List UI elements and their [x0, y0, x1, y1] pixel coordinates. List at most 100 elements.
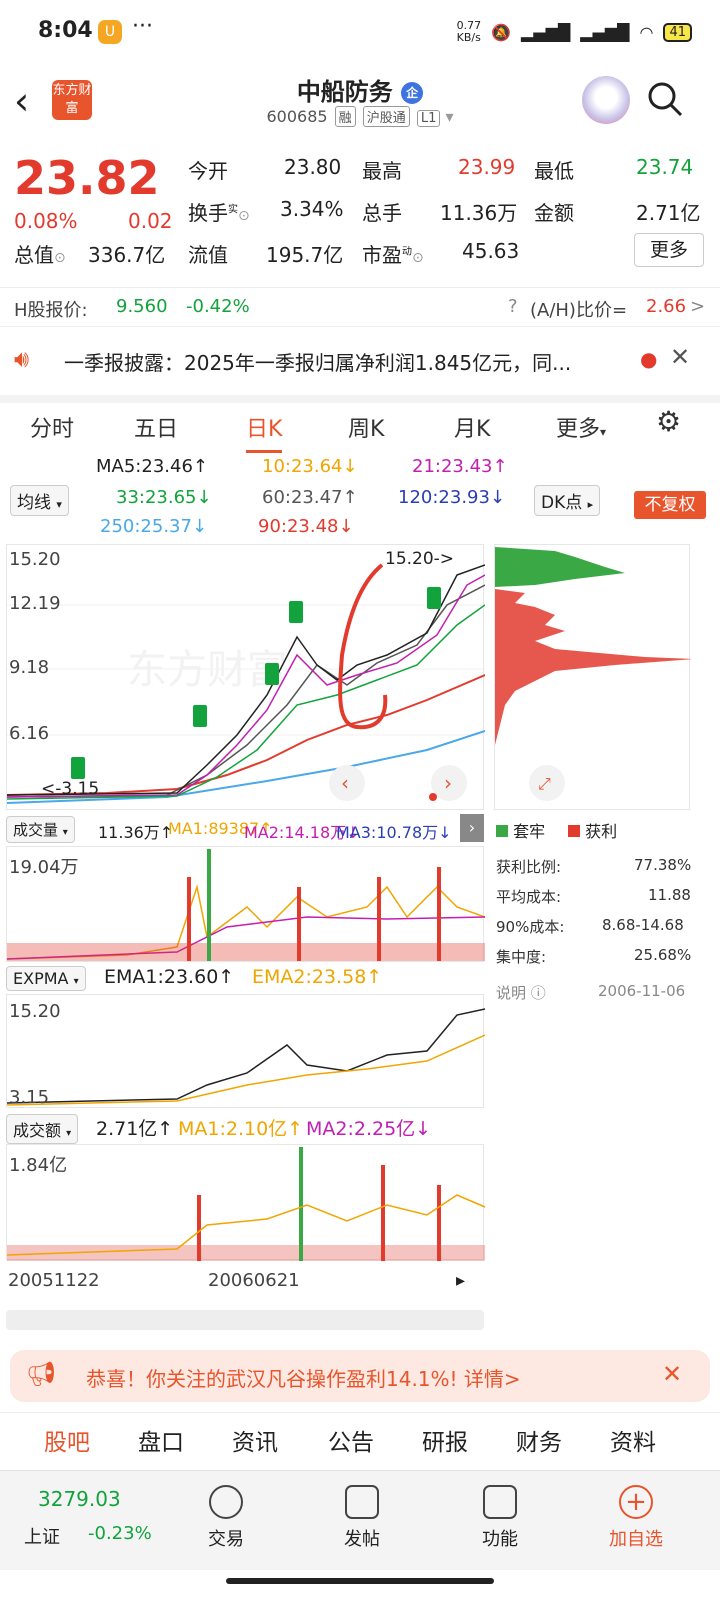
expma-ybot: 3.15	[9, 1087, 50, 1108]
avg-cost-label: 平均成本:	[496, 888, 562, 906]
assistant-avatar-icon[interactable]	[582, 76, 630, 124]
tab-finance[interactable]: 财务	[516, 1423, 562, 1457]
tab-intraday[interactable]: 分时	[30, 411, 74, 443]
add-watchlist-label: 加自选	[609, 1529, 663, 1550]
tag-level: L1	[416, 110, 441, 127]
status-bar: 8:04 U ··· 0.77 KB/s 🔕 ▂▄▆█ ▂▄▆█ ◠ 41	[0, 0, 720, 64]
index-value[interactable]: 3279.03	[38, 1487, 121, 1511]
amount-chart[interactable]: 1.84亿	[6, 1144, 486, 1261]
tab-weekly-k[interactable]: 周K	[348, 411, 384, 443]
more-quote-button[interactable]: 更多	[634, 233, 704, 267]
ah-ratio-arrow[interactable]: >	[690, 296, 705, 317]
adjust-toggle-button[interactable]: 不复权	[634, 491, 706, 519]
expma-selector[interactable]: EXPMA ▾	[6, 966, 86, 991]
dk-point-label: DK点	[541, 493, 583, 513]
y-label-4: 6.16	[9, 723, 50, 744]
close-icon[interactable]: ✕	[670, 343, 690, 371]
info-icon[interactable]: ⊙	[54, 250, 66, 266]
date-start: 20051122	[8, 1270, 100, 1291]
search-icon[interactable]	[646, 80, 684, 118]
megaphone-icon: 📢︎	[26, 1360, 57, 1388]
volume-bar	[297, 887, 301, 961]
hand-drawn-annotation	[338, 563, 388, 730]
ema2-label: EMA2:23.58↑	[252, 966, 383, 988]
low-value: 23.74	[636, 155, 694, 179]
post-button[interactable]: 发帖	[322, 1485, 402, 1551]
notice-text: 一季报披露：2025年一季报归属净利润1.845亿元，同...	[64, 351, 572, 375]
tab-more[interactable]: 更多▾	[556, 411, 606, 443]
chip-help[interactable]: 说明 ⓘ	[496, 982, 546, 1003]
home-indicator[interactable]	[226, 1578, 494, 1584]
mktcap-value: 336.7亿	[88, 243, 166, 267]
tab-forum[interactable]: 股吧	[44, 1423, 90, 1457]
y-label-3: 9.18	[9, 657, 50, 678]
last-price: 23.82	[14, 151, 160, 205]
chip-distribution[interactable]: ⤢	[494, 544, 695, 810]
ma33-label: 33:23.65↓	[116, 487, 212, 508]
stock-code: 600685	[266, 107, 328, 126]
bottom-content-tabs: 股吧 盘口 资讯 公告 研报 财务 资料	[0, 1412, 720, 1464]
expma-ytop: 15.20	[9, 1001, 61, 1022]
tab-profile[interactable]: 资料	[610, 1423, 656, 1457]
volume-selector[interactable]: 成交量 ▾	[6, 816, 75, 843]
turnover-label-text: 换手	[188, 201, 228, 225]
add-watchlist-button[interactable]: + 加自选	[596, 1485, 676, 1551]
volume-bars	[7, 943, 485, 961]
close-icon[interactable]: ✕	[662, 1360, 682, 1388]
expand-glyph: ⤢	[538, 774, 551, 793]
trapped-swatch	[496, 825, 508, 837]
tab-orderbook[interactable]: 盘口	[138, 1423, 184, 1457]
functions-button[interactable]: 功能	[460, 1485, 540, 1551]
dk-point-selector[interactable]: DK点 ▸	[534, 485, 601, 516]
info-icon: ⓘ	[530, 984, 546, 1002]
index-pct[interactable]: -0.23%	[88, 1523, 152, 1544]
index-name[interactable]: 上证	[24, 1523, 60, 1549]
settings-gear-icon[interactable]: ⚙	[656, 405, 681, 438]
high-value: 23.99	[458, 155, 516, 179]
corp-badge: 企	[401, 82, 424, 104]
timeline-scrollbar[interactable]	[6, 1310, 484, 1330]
h-share-row[interactable]: H股报价: 9.560 -0.42% ? (A/H)比价= 2.66 >	[0, 287, 720, 327]
chart-tabs: 分时 五日 日K 周K 月K 更多▾ ⚙	[0, 395, 720, 453]
amount-ma1: MA1:2.10亿↑	[178, 1118, 304, 1140]
cost90-label: 90%成本:	[496, 918, 565, 936]
promo-toast[interactable]: 📢︎ 恭喜！你关注的武汉凡谷操作盈利14.1%! 详情> ✕	[10, 1350, 710, 1402]
kline-svg: 东方财富 ‹ ›	[6, 563, 486, 804]
volume-ymax: 19.04万	[9, 857, 79, 878]
volume-selector-label: 成交量	[13, 821, 59, 839]
indicator-selector-label: 均线	[17, 493, 51, 513]
collapse-panel-icon[interactable]: ›	[460, 814, 484, 842]
notice-bar[interactable]: 🔊︎ 一季报披露：2025年一季报归属净利润1.845亿元，同... ● ✕	[0, 335, 720, 387]
tab-5day[interactable]: 五日	[134, 411, 178, 443]
kline-chart[interactable]: 东方财富 ‹ › 15.20 12.19 9.18 6.16 15.20-> <…	[6, 544, 486, 810]
volume-value: 11.36万	[440, 201, 518, 225]
post-icon	[345, 1485, 379, 1519]
info-icon[interactable]: ⊙	[238, 208, 250, 224]
net-speed: 0.77 KB/s	[456, 19, 482, 44]
float-label: 流值	[188, 243, 228, 267]
signal-marker	[265, 663, 279, 685]
dropdown-icon[interactable]: ▾	[445, 107, 453, 126]
expma-selector-label: EXPMA	[13, 969, 69, 988]
mktcap-label: 总值⊙	[14, 239, 66, 268]
signal-marker	[71, 757, 85, 779]
trade-button[interactable]: 交易	[186, 1485, 266, 1551]
volume-chart[interactable]: 19.04万	[6, 846, 486, 962]
expma-chart[interactable]: 15.20 3.15	[6, 994, 486, 1108]
tab-news[interactable]: 资讯	[232, 1423, 278, 1457]
high-label: 最高	[362, 159, 402, 183]
tab-research[interactable]: 研报	[422, 1423, 468, 1457]
info-icon[interactable]: ⊙	[412, 250, 424, 266]
volume-bar	[187, 877, 191, 961]
tab-monthly-k[interactable]: 月K	[454, 411, 490, 443]
trapped-label: 套牢	[513, 822, 546, 841]
tab-daily-k[interactable]: 日K	[246, 411, 283, 453]
indicator-selector[interactable]: 均线 ▾	[10, 485, 69, 516]
help-icon[interactable]: ?	[508, 296, 518, 317]
play-icon[interactable]: ▸	[456, 1270, 465, 1291]
ma60-label: 60:23.47↑	[262, 487, 358, 508]
amount-bar	[437, 1185, 441, 1261]
amount-selector[interactable]: 成交额 ▾	[6, 1114, 79, 1144]
tab-announcements[interactable]: 公告	[328, 1423, 374, 1457]
chip-trapped-area	[495, 547, 625, 587]
